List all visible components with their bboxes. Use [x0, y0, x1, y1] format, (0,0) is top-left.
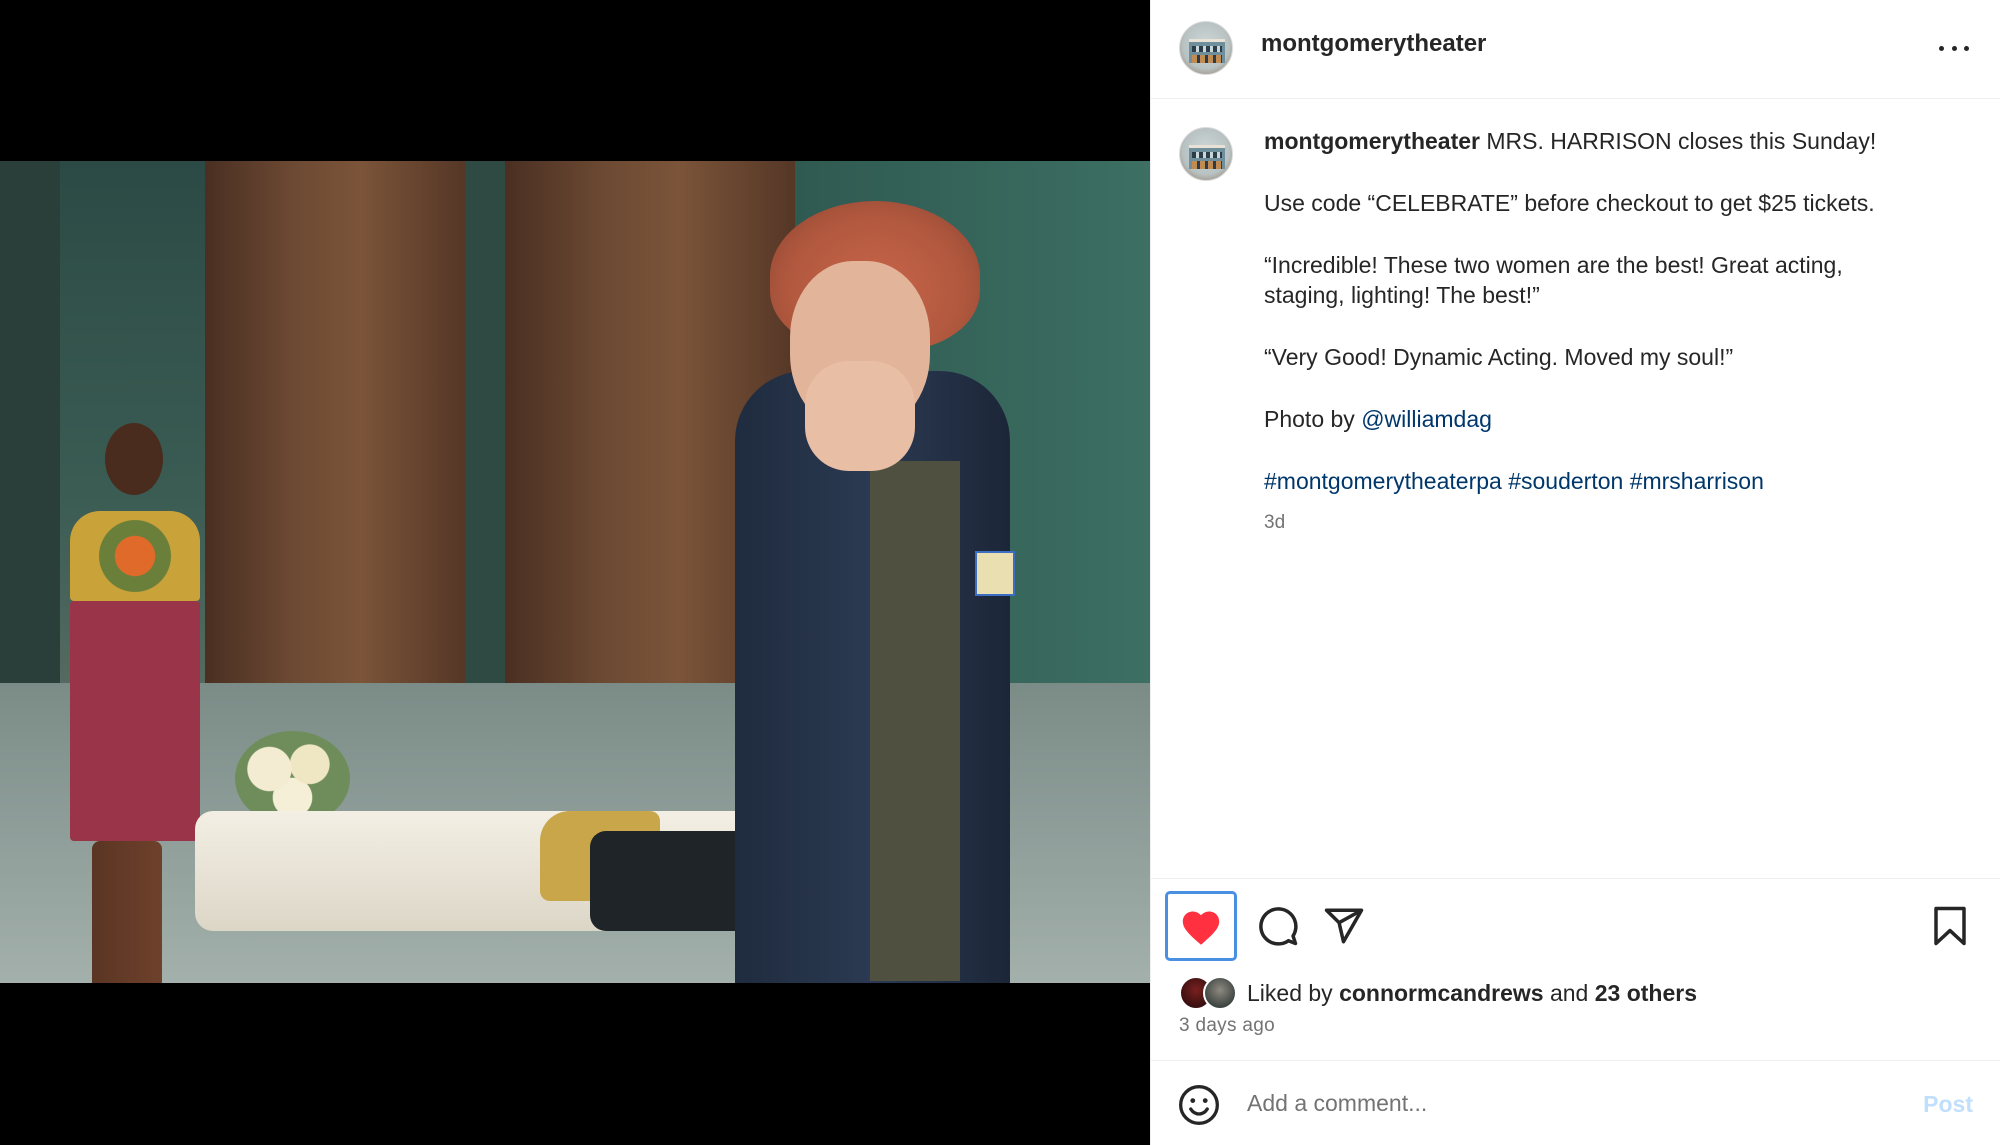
like-button[interactable]: [1165, 891, 1237, 961]
liker-avatars[interactable]: [1179, 976, 1241, 1010]
caption-area: montgomerytheater MRS. HARRISON closes t…: [1151, 100, 2000, 878]
wood-panel-left: [205, 161, 465, 761]
actor-left-dress: [70, 601, 200, 841]
post-media: [0, 0, 1150, 1145]
photo-credit-mention[interactable]: @williamdag: [1361, 406, 1492, 432]
save-button[interactable]: [1923, 899, 1977, 953]
likes-summary: Liked by connormcandrews and 23 others: [1179, 975, 1697, 1011]
share-button[interactable]: [1317, 899, 1371, 953]
author-username[interactable]: montgomerytheater: [1261, 30, 1486, 58]
black-handbag: [590, 831, 755, 931]
likes-prefix: Liked by: [1247, 979, 1333, 1006]
caption-quote-2: “Very Good! Dynamic Acting. Moved my sou…: [1264, 344, 1734, 370]
author-avatar[interactable]: [1179, 21, 1233, 75]
hashtag-link[interactable]: #montgomerytheaterpa: [1264, 468, 1502, 494]
comment-input[interactable]: [1247, 1081, 1807, 1125]
post-photo[interactable]: [0, 161, 1150, 983]
photo-credit-prefix: Photo by: [1264, 406, 1355, 432]
post-caption: montgomerytheater MRS. HARRISON closes t…: [1264, 126, 1964, 538]
comment-composer: Post: [1151, 1060, 2000, 1145]
likes-others-link[interactable]: 23 others: [1595, 980, 1697, 1007]
name-badge: [975, 551, 1015, 596]
comment-button[interactable]: [1251, 899, 1305, 953]
post-header: montgomerytheater: [1151, 0, 2000, 99]
caption-username[interactable]: montgomerytheater: [1264, 128, 1480, 154]
post-panel: montgomerytheater montgomerytheater MRS.…: [1150, 0, 2000, 1145]
post-comment-button[interactable]: Post: [1923, 1091, 1973, 1118]
actor-right-shirt: [870, 461, 960, 981]
caption-first-line: MRS. HARRISON closes this Sunday!: [1486, 128, 1877, 154]
comment-bubble-icon: [1259, 907, 1298, 946]
caption-promo-code: Use code “CELEBRATE” before checkout to …: [1264, 190, 1875, 216]
caption-age[interactable]: 3d: [1264, 508, 1964, 538]
actor-right-hand: [805, 361, 915, 471]
post-timestamp[interactable]: 3 days ago: [1179, 1015, 1275, 1037]
caption-author-avatar[interactable]: [1179, 127, 1233, 181]
hashtag-link[interactable]: #mrsharrison: [1630, 468, 1764, 494]
hashtag-link[interactable]: #souderton: [1508, 468, 1623, 494]
caption-quote-1-line-2: staging, lighting! The best!”: [1264, 282, 1540, 308]
liker-avatar: [1203, 976, 1237, 1010]
emoji-button[interactable]: [1177, 1083, 1221, 1127]
paper-plane-icon: [1324, 908, 1364, 944]
post-actions: Liked by connormcandrews and 23 others 3…: [1151, 878, 2000, 1060]
bookmark-icon: [1934, 906, 1966, 946]
actor-left-head: [105, 423, 163, 495]
caption-quote-1-line-1: “Incredible! These two women are the bes…: [1264, 252, 1843, 278]
actor-left-top: [70, 511, 200, 601]
liker-username[interactable]: connormcandrews: [1339, 980, 1544, 1007]
heart-filled-icon: [1182, 911, 1220, 945]
avatar-building-image: [1189, 39, 1225, 63]
emoji-smile-icon: [1179, 1085, 1219, 1125]
actor-left-legs: [92, 841, 162, 983]
likes-and: and: [1549, 979, 1589, 1006]
avatar-building-image: [1189, 145, 1225, 169]
more-horizontal-icon[interactable]: [1939, 36, 1969, 60]
